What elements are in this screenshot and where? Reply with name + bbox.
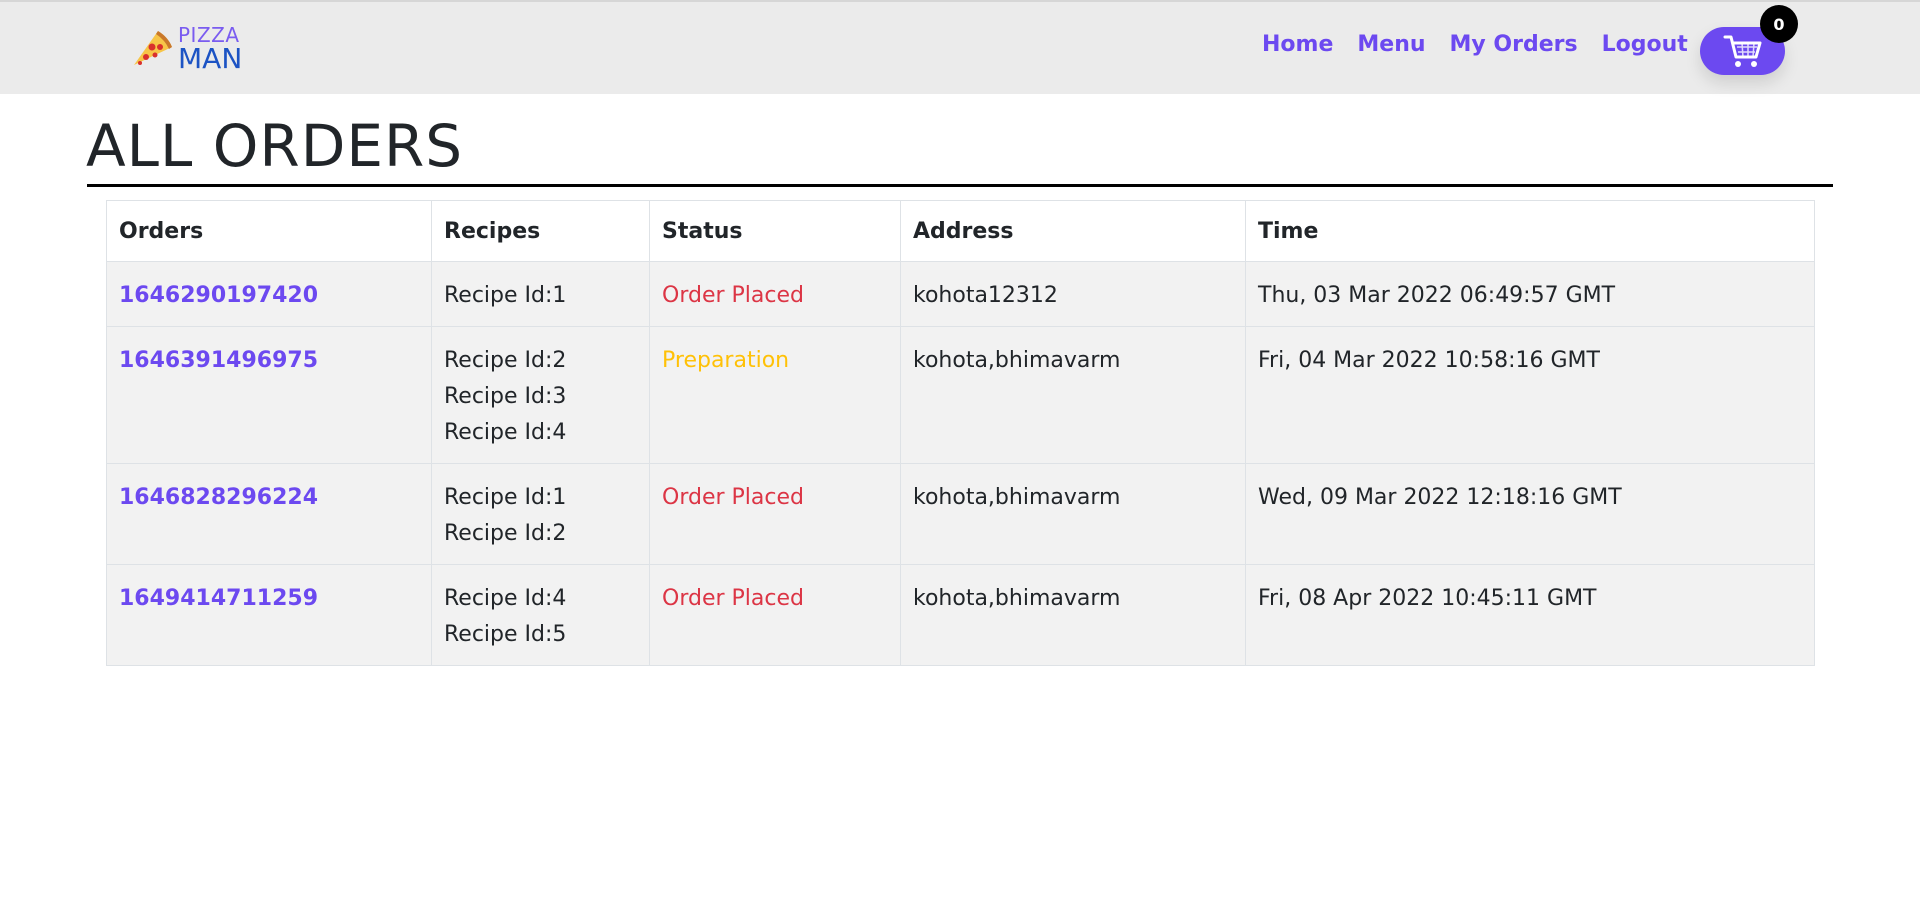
recipe-item: Recipe Id:4 xyxy=(444,420,567,445)
navbar: PIZZA MAN Home Menu My Orders Logout 0 xyxy=(0,0,1920,94)
page-title: ALL ORDERS xyxy=(86,112,464,180)
nav-home-link[interactable]: Home xyxy=(1262,32,1333,57)
nav-menu-link[interactable]: Menu xyxy=(1357,32,1425,57)
cart-icon xyxy=(1723,35,1761,67)
brand-name-bottom: MAN xyxy=(178,42,243,75)
address-text: kohota,bhimavarm xyxy=(913,485,1121,510)
recipe-item: Recipe Id:2 xyxy=(444,521,567,546)
time-text: Wed, 09 Mar 2022 12:18:16 GMT xyxy=(1258,485,1622,510)
status-cell: Order Placed xyxy=(649,564,901,666)
recipe-item: Recipe Id:4 xyxy=(444,586,567,611)
cart-count-badge: 0 xyxy=(1760,5,1798,43)
address-cell: kohota,bhimavarm xyxy=(900,463,1246,565)
time-cell: Wed, 09 Mar 2022 12:18:16 GMT xyxy=(1245,463,1815,565)
recipes-cell: Recipe Id:2 Recipe Id:3 Recipe Id:4 xyxy=(431,326,650,464)
status-cell: Preparation xyxy=(649,326,901,464)
address-cell: kohota,bhimavarm xyxy=(900,564,1246,666)
status-text: Preparation xyxy=(662,348,790,373)
brand-name: PIZZA MAN xyxy=(178,25,242,73)
column-header-status: Status xyxy=(649,200,901,262)
recipe-item: Recipe Id:1 xyxy=(444,283,567,308)
nav-my-orders-link[interactable]: My Orders xyxy=(1450,32,1578,57)
table-row: 1649414711259 Recipe Id:4 Recipe Id:5 Or… xyxy=(106,564,1815,666)
column-header-orders: Orders xyxy=(106,200,432,262)
time-cell: Fri, 04 Mar 2022 10:58:16 GMT xyxy=(1245,326,1815,464)
time-text: Fri, 08 Apr 2022 10:45:11 GMT xyxy=(1258,586,1597,611)
order-id-link[interactable]: 1649414711259 xyxy=(119,581,419,617)
status-text: Order Placed xyxy=(662,485,804,510)
order-id-link[interactable]: 1646290197420 xyxy=(119,278,419,314)
address-text: kohota,bhimavarm xyxy=(913,586,1121,611)
status-cell: Order Placed xyxy=(649,463,901,565)
order-id-cell: 1646828296224 xyxy=(106,463,432,565)
address-text: kohota,bhimavarm xyxy=(913,348,1121,373)
column-header-time: Time xyxy=(1245,200,1815,262)
time-cell: Fri, 08 Apr 2022 10:45:11 GMT xyxy=(1245,564,1815,666)
orders-table-header: Orders Recipes Status Address Time xyxy=(106,200,1815,262)
time-cell: Thu, 03 Mar 2022 06:49:57 GMT xyxy=(1245,261,1815,327)
column-header-recipes: Recipes xyxy=(431,200,650,262)
recipes-cell: Recipe Id:1 xyxy=(431,261,650,327)
address-cell: kohota12312 xyxy=(900,261,1246,327)
order-id-cell: 1646391496975 xyxy=(106,326,432,464)
address-text: kohota12312 xyxy=(913,283,1058,308)
title-divider xyxy=(87,184,1833,187)
status-text: Order Placed xyxy=(662,586,804,611)
status-text: Order Placed xyxy=(662,283,804,308)
recipe-item: Recipe Id:5 xyxy=(444,622,567,647)
table-row: 1646391496975 Recipe Id:2 Recipe Id:3 Re… xyxy=(106,326,1815,464)
nav-logout-link[interactable]: Logout xyxy=(1602,32,1688,57)
order-id-cell: 1646290197420 xyxy=(106,261,432,327)
header-row: Orders Recipes Status Address Time xyxy=(106,200,1815,262)
time-text: Thu, 03 Mar 2022 06:49:57 GMT xyxy=(1258,283,1616,308)
order-id-link[interactable]: 1646391496975 xyxy=(119,343,419,379)
recipe-item: Recipe Id:1 xyxy=(444,485,567,510)
recipe-item: Recipe Id:3 xyxy=(444,384,567,409)
status-cell: Order Placed xyxy=(649,261,901,327)
orders-table-body: 1646290197420 Recipe Id:1 Order Placed k… xyxy=(106,261,1815,666)
order-id-link[interactable]: 1646828296224 xyxy=(119,480,419,516)
recipes-cell: Recipe Id:1 Recipe Id:2 xyxy=(431,463,650,565)
recipes-cell: Recipe Id:4 Recipe Id:5 xyxy=(431,564,650,666)
orders-table: Orders Recipes Status Address Time 16462… xyxy=(106,200,1815,666)
table-row: 1646828296224 Recipe Id:1 Recipe Id:2 Or… xyxy=(106,463,1815,565)
address-cell: kohota,bhimavarm xyxy=(900,326,1246,464)
order-id-cell: 1649414711259 xyxy=(106,564,432,666)
recipe-item: Recipe Id:2 xyxy=(444,348,567,373)
brand-logo-link[interactable]: PIZZA MAN xyxy=(128,22,244,76)
column-header-address: Address xyxy=(900,200,1246,262)
pizza-slice-icon xyxy=(134,31,172,65)
nav-links: Home Menu My Orders Logout xyxy=(1262,26,1688,62)
time-text: Fri, 04 Mar 2022 10:58:16 GMT xyxy=(1258,348,1600,373)
table-row: 1646290197420 Recipe Id:1 Order Placed k… xyxy=(106,261,1815,327)
